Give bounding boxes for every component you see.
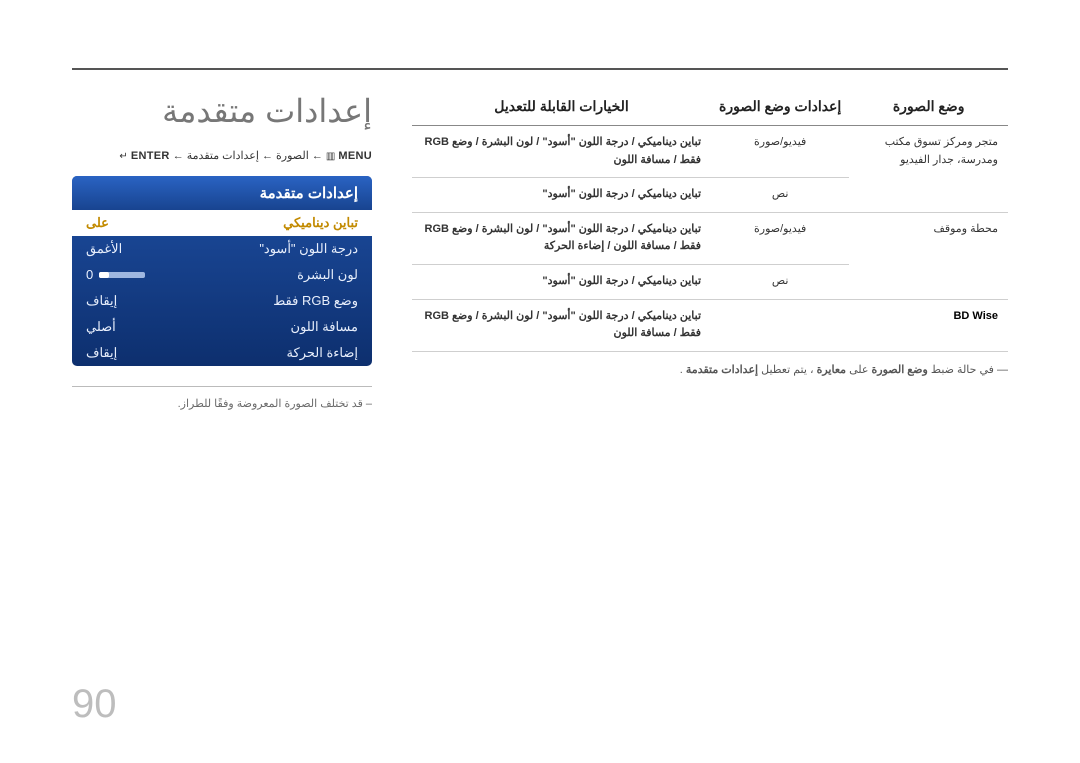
cell-options: تباين ديناميكي / درجة اللون "أسود" / لون… — [412, 126, 711, 178]
osd-value: على — [86, 215, 109, 231]
enter-icon: ↵ — [119, 151, 127, 162]
th-settings: إعدادات وضع الصورة — [711, 92, 849, 126]
osd-label: وضع RGB فقط — [273, 293, 358, 309]
options-table: وضع الصورة إعدادات وضع الصورة الخيارات ا… — [412, 92, 1008, 352]
cell-options: تباين ديناميكي / درجة اللون "أسود" / لون… — [412, 299, 711, 351]
th-mode: وضع الصورة — [849, 92, 1008, 126]
cell-options: تباين ديناميكي / درجة اللون "أسود" — [412, 178, 711, 213]
arrow-icon: ← — [173, 150, 184, 162]
osd-row-color-space[interactable]: مسافة اللون أصلي — [72, 314, 372, 340]
caption: ― في حالة ضبط وضع الصورة على معايرة ، يت… — [412, 362, 1008, 380]
table-row: BD Wise تباين ديناميكي / درجة اللون "أسو… — [412, 299, 1008, 351]
osd-value: الأغمق — [86, 241, 122, 257]
osd-row-dynamic-contrast[interactable]: تباين ديناميكي على — [72, 210, 372, 236]
page-number: 90 — [72, 682, 117, 727]
enter-label: ENTER — [131, 150, 170, 162]
table-header-row: وضع الصورة إعدادات وضع الصورة الخيارات ا… — [412, 92, 1008, 126]
table-row: محطة وموقف فيديو/صورة تباين ديناميكي / د… — [412, 212, 1008, 264]
arrow-icon: ← — [262, 150, 273, 162]
osd-label: إضاءة الحركة — [287, 345, 358, 361]
divider — [72, 386, 372, 387]
osd-value: إيقاف — [86, 293, 117, 309]
cell-settings: نص — [711, 264, 849, 299]
cell-settings — [711, 299, 849, 351]
osd-label: درجة اللون "أسود" — [259, 241, 358, 257]
osd-slider[interactable]: 0 — [86, 267, 145, 282]
osd-title: إعدادات متقدمة — [72, 176, 372, 210]
cell-bdwise: BD Wise — [849, 299, 1008, 351]
osd-label: لون البشرة — [297, 267, 358, 283]
osd-row-motion-lighting[interactable]: إضاءة الحركة إيقاف — [72, 340, 372, 366]
osd-label: تباين ديناميكي — [283, 215, 358, 231]
osd-panel: إعدادات متقدمة تباين ديناميكي على درجة ا… — [72, 176, 372, 366]
th-options: الخيارات القابلة للتعديل — [412, 92, 711, 126]
page-title: إعدادات متقدمة — [72, 92, 372, 130]
cell-options: تباين ديناميكي / درجة اللون "أسود" / لون… — [412, 212, 711, 264]
cell-options: تباين ديناميكي / درجة اللون "أسود" — [412, 264, 711, 299]
crumb-picture: الصورة — [276, 150, 309, 162]
arrow-icon: ← — [312, 150, 323, 162]
menu-label: MENU — [338, 150, 372, 162]
crumb-advanced: إعدادات متقدمة — [187, 150, 259, 162]
dash: ― — [994, 364, 1008, 376]
table-row: متجر ومركز تسوق مكتب ومدرسة، جدار الفيدي… — [412, 126, 1008, 178]
osd-value: أصلي — [86, 319, 116, 335]
osd-row-rgb-only[interactable]: وضع RGB فقط إيقاف — [72, 288, 372, 314]
breadcrumb: MENU ▥ ← الصورة ← إعدادات متقدمة ← ENTER… — [72, 148, 372, 166]
cell-mode: محطة وموقف — [849, 212, 1008, 299]
cell-settings: نص — [711, 178, 849, 213]
top-rule — [72, 68, 1008, 70]
model-note: – قد تختلف الصورة المعروضة وفقًا للطراز. — [72, 397, 372, 410]
slider-track[interactable] — [99, 272, 145, 278]
osd-value: 0 — [86, 267, 93, 282]
cell-settings: فيديو/صورة — [711, 126, 849, 178]
cell-mode: متجر ومركز تسوق مكتب ومدرسة، جدار الفيدي… — [849, 126, 1008, 213]
osd-row-black-tone[interactable]: درجة اللون "أسود" الأغمق — [72, 236, 372, 262]
cell-settings: فيديو/صورة — [711, 212, 849, 264]
menu-icon: ▥ — [326, 151, 335, 162]
osd-row-flesh-tone[interactable]: لون البشرة 0 — [72, 262, 372, 288]
osd-label: مسافة اللون — [291, 319, 358, 335]
osd-value: إيقاف — [86, 345, 117, 361]
